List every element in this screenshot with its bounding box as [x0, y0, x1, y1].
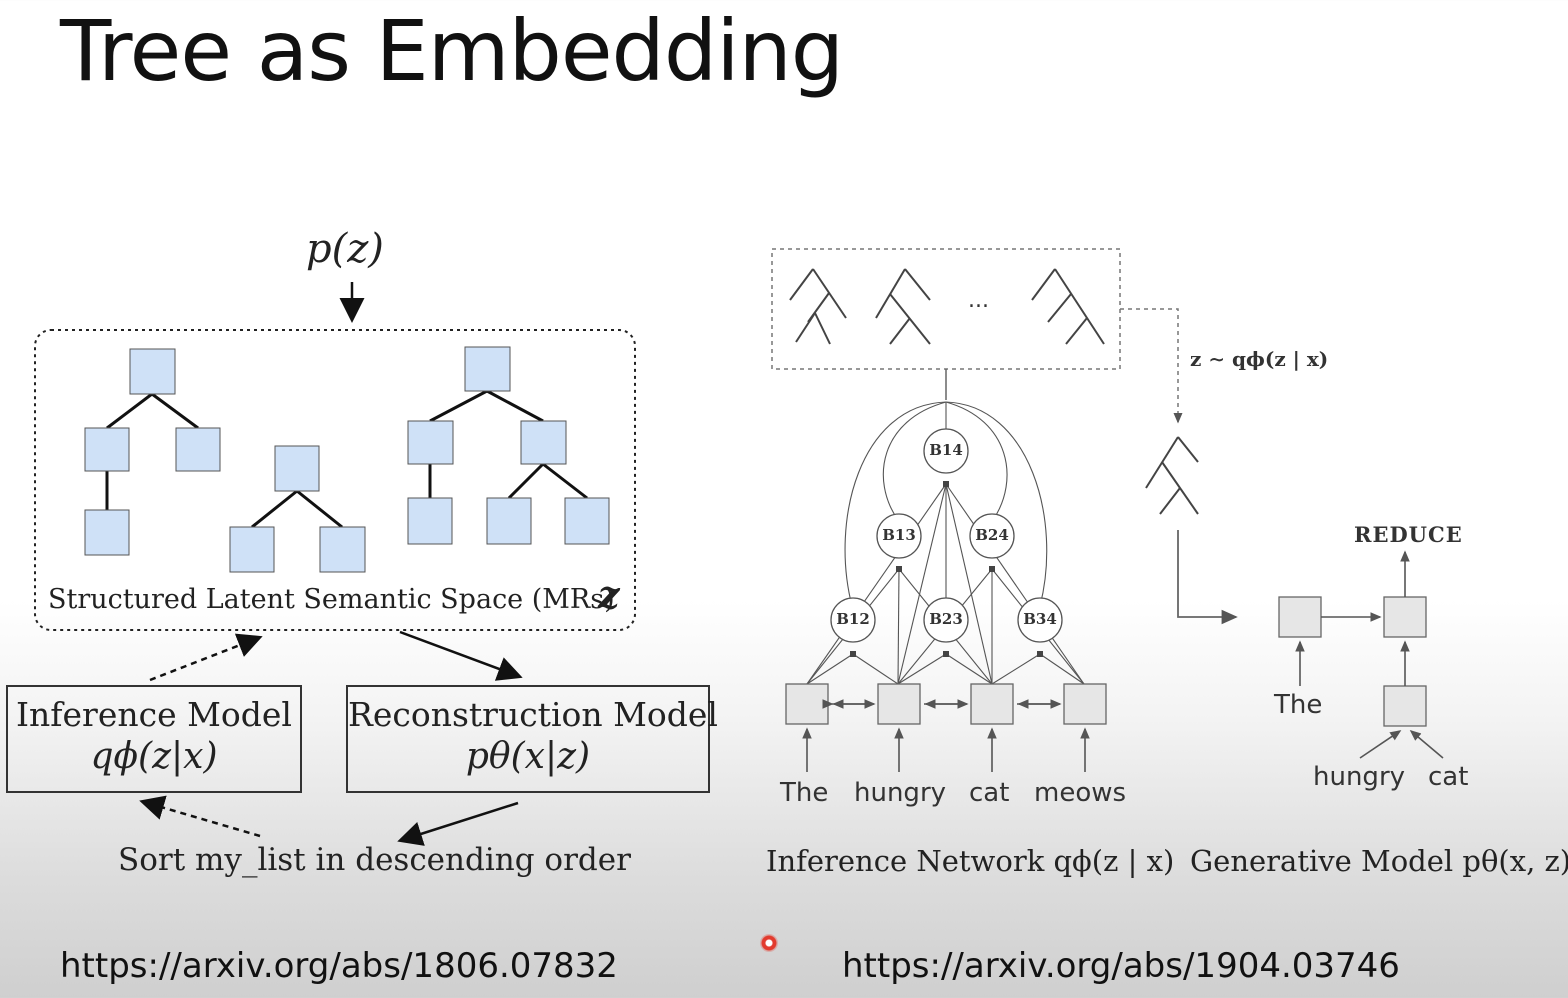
tree-node [319, 526, 366, 573]
tree-node [129, 348, 176, 395]
encoder-box-hungry [877, 683, 921, 725]
tree-node [407, 497, 453, 545]
node-b23-label: B23 [929, 610, 963, 628]
tree-node [564, 497, 610, 545]
tree-samples-container [771, 248, 1121, 370]
sample-label: z ∼ qϕ(z | x) [1190, 347, 1329, 371]
encoder-box-meows [1063, 683, 1107, 725]
sample-arrow [1120, 308, 1183, 424]
generator-box-composed [1383, 685, 1427, 727]
inference-model-label: Inference Model [16, 695, 292, 734]
reduce-label: REDUCE [1354, 522, 1463, 547]
inference-network-caption: Inference Network qϕ(z | x) [766, 844, 1175, 878]
paper-link-left[interactable]: https://arxiv.org/abs/1806.07832 [60, 946, 618, 986]
node-b24-label: B24 [975, 526, 1009, 544]
prior-label: p(z) [306, 226, 384, 272]
binary-tree-sample-3 [1031, 268, 1105, 345]
node-b13-label: B13 [882, 526, 916, 544]
tree-node [486, 497, 532, 545]
binary-tree-sample-1 [789, 268, 847, 345]
utterance-to-inference-arrow [139, 795, 261, 838]
reconstruction-model-formula: pθ(x|z) [465, 736, 591, 777]
tree-node [84, 509, 130, 556]
generator-box-the [1278, 596, 1322, 638]
reconstruction-model-box: Reconstruction Model pθ(x|z) [346, 685, 718, 793]
tree-samples-ellipsis: ... [968, 288, 989, 313]
latent-space-label: Structured Latent Semantic Space (MRs) [48, 584, 615, 615]
generator-box-stack [1383, 596, 1427, 638]
gen-word-the: The [1274, 690, 1323, 720]
gen-word-hungry: hungry [1313, 762, 1406, 792]
word-the: The [780, 778, 829, 808]
tree-node [274, 445, 320, 492]
generative-model-caption: Generative Model pθ(x, z) [1190, 844, 1568, 878]
tree-node [84, 427, 130, 472]
reconstruction-arrow [399, 630, 523, 681]
node-b34-label: B34 [1023, 610, 1057, 628]
gen-word-cat: cat [1428, 762, 1469, 792]
inference-model-formula: qϕ(z|x) [90, 736, 218, 777]
semantic-tree-2 [251, 489, 343, 529]
node-b12-label: B12 [836, 610, 870, 628]
word-meows: meows [1034, 778, 1127, 808]
tree-node [520, 420, 567, 465]
encoder-box-the [785, 683, 829, 725]
tree-node [464, 346, 511, 392]
latent-symbol: z [598, 572, 620, 617]
word-cat: cat [969, 778, 1010, 808]
pointer-dot-icon [760, 934, 778, 952]
cat-compose-arrow [1409, 729, 1444, 759]
encoder-box-cat [970, 683, 1014, 725]
tree-node [407, 420, 454, 465]
tree-to-generative-arrow [1177, 530, 1238, 625]
reconstruction-to-utterance-arrow [397, 801, 519, 846]
hungry-compose-arrow [1359, 730, 1402, 759]
tree-node [229, 526, 275, 573]
sampled-tree [1145, 436, 1199, 515]
inference-arrow [149, 633, 263, 682]
word-hungry: hungry [854, 778, 947, 808]
binary-tree-sample-2 [875, 268, 931, 345]
reconstruction-model-label: Reconstruction Model [348, 695, 718, 734]
example-utterance: Sort my_list in descending order [118, 842, 631, 878]
inference-model-box: Inference Model qϕ(z|x) [6, 685, 302, 793]
tree-node [175, 427, 221, 472]
paper-link-right[interactable]: https://arxiv.org/abs/1904.03746 [842, 946, 1400, 986]
node-b14-label: B14 [929, 441, 963, 459]
word-input-arrows [802, 727, 1090, 772]
